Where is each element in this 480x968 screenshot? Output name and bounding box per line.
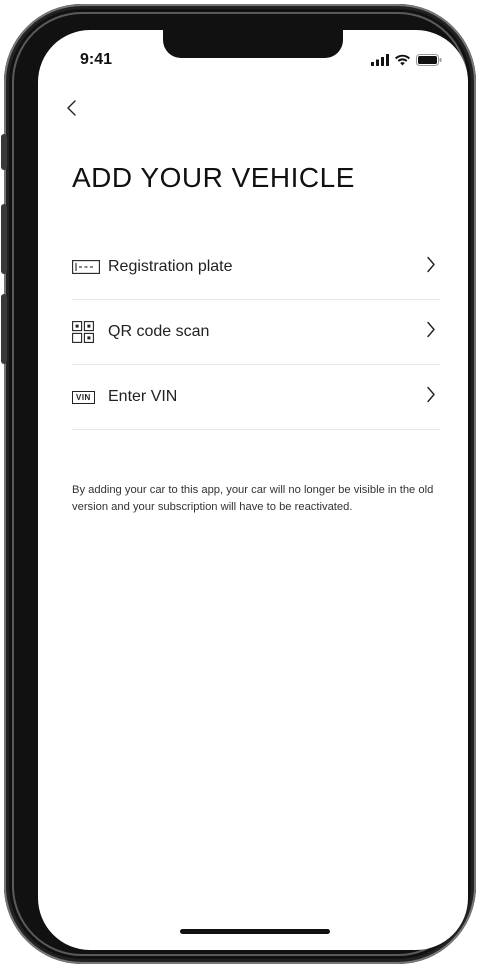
battery-icon [416, 54, 442, 66]
qr-code-icon [72, 321, 102, 343]
screen: 9:41 ADD YOUR VEHICLE Registration plate… [38, 30, 468, 950]
add-vehicle-options: Registration plate QR code scan VIN Ente… [72, 235, 440, 430]
volume-down-button [1, 294, 7, 364]
option-enter-vin[interactable]: VIN Enter VIN [72, 365, 440, 430]
back-button[interactable] [66, 96, 78, 122]
vin-badge: VIN [72, 390, 95, 404]
option-qr-code-scan[interactable]: QR code scan [72, 300, 440, 365]
phone-frame: 9:41 ADD YOUR VEHICLE Registration plate… [1, 4, 476, 964]
option-label: Enter VIN [108, 388, 178, 405]
wifi-icon [395, 54, 410, 66]
chevron-right-icon [426, 321, 436, 344]
option-registration-plate[interactable]: Registration plate [72, 235, 440, 300]
status-time: 9:41 [80, 51, 113, 68]
page-title: ADD YOUR VEHICLE [72, 162, 355, 193]
volume-up-button [1, 204, 7, 274]
option-label: QR code scan [108, 323, 210, 340]
mute-switch [1, 134, 7, 170]
registration-plate-icon [72, 256, 102, 278]
chevron-left-icon [67, 100, 76, 116]
chevron-right-icon [426, 256, 436, 279]
chevron-right-icon [426, 386, 436, 409]
option-label: Registration plate [108, 258, 233, 275]
home-indicator[interactable] [180, 929, 330, 934]
status-bar: 9:41 [38, 30, 468, 90]
vin-icon: VIN [72, 386, 102, 408]
disclaimer-text: By adding your car to this app, your car… [72, 484, 434, 513]
signal-icon [371, 54, 389, 66]
status-icons [371, 54, 442, 66]
